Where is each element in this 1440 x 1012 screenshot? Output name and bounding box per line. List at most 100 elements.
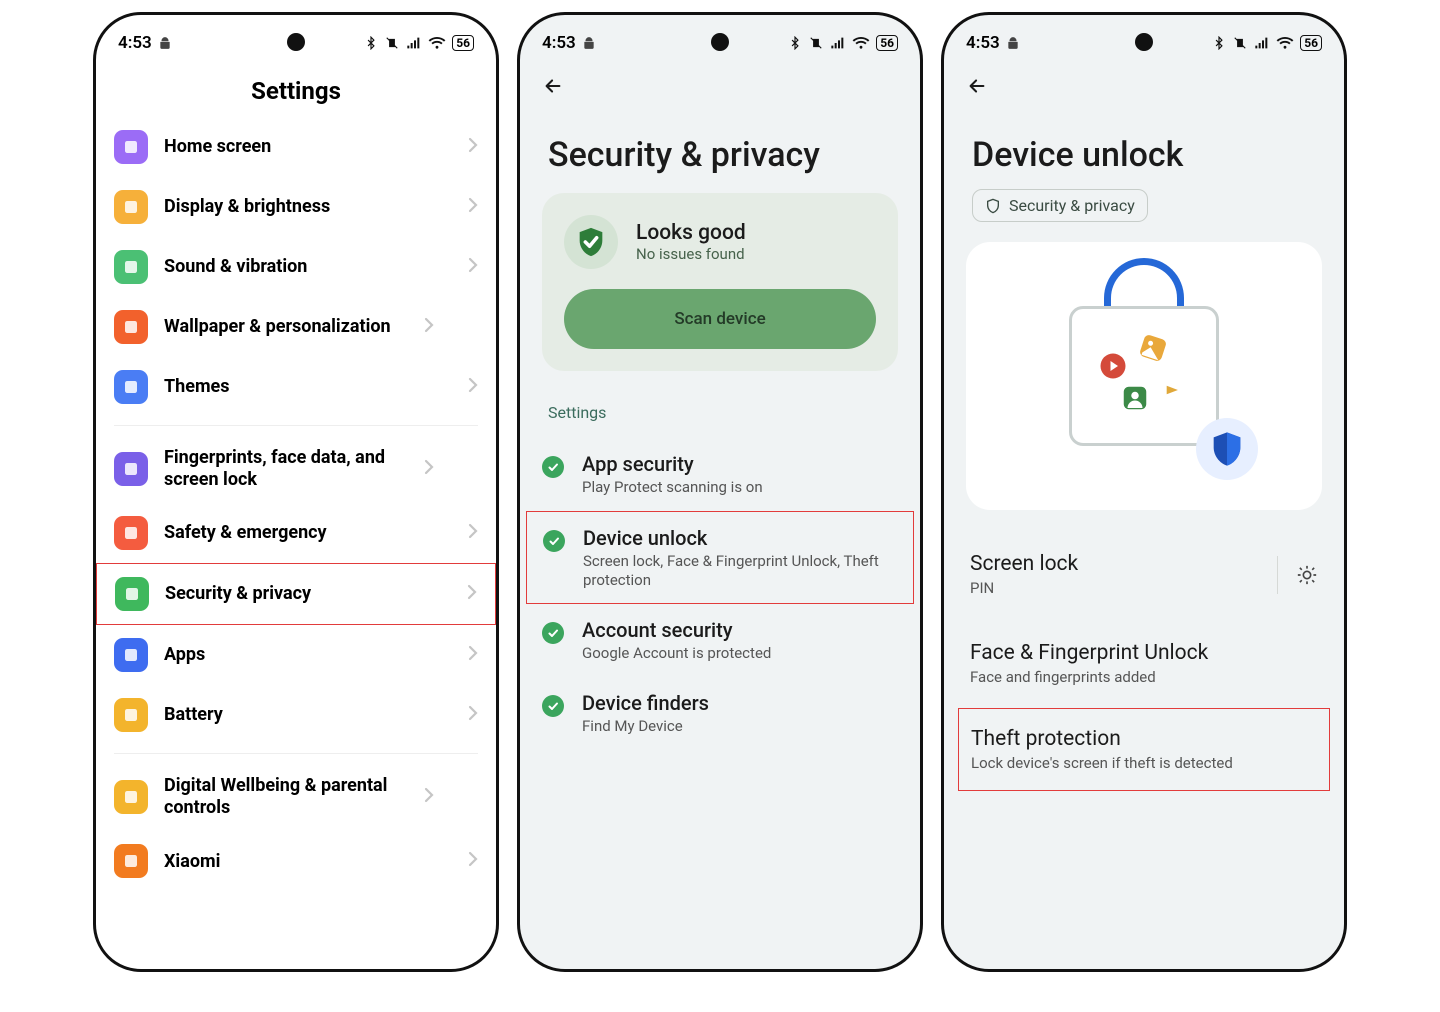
chevron-right-icon [424, 787, 434, 807]
chevron-right-icon [468, 851, 478, 871]
sticker-green [1120, 383, 1150, 413]
item-title: Device finders [582, 691, 709, 715]
settings-item-home-screen[interactable]: Home screen [96, 117, 496, 177]
battery-indicator: 56 [876, 35, 898, 51]
wellbeing-icon [114, 780, 148, 814]
unlock-option-theft-protection[interactable]: Theft protection Lock device's screen if … [958, 708, 1330, 791]
settings-item-xiaomi[interactable]: Xiaomi [96, 831, 496, 891]
status-card: Looks good No issues found Scan device [542, 193, 898, 371]
wifi-icon [852, 36, 870, 50]
safety-icon [114, 516, 148, 550]
item-subtitle: Google Account is protected [582, 644, 771, 663]
security-item-device-unlock[interactable]: Device unlockScreen lock, Face & Fingerp… [526, 511, 914, 605]
item-subtitle: Find My Device [582, 717, 709, 736]
themes-icon [114, 370, 148, 404]
settings-item-wellbeing[interactable]: Digital Wellbeing & parental controls [96, 762, 496, 831]
separator [114, 425, 478, 426]
shield-check-icon [564, 215, 618, 269]
security-item-device-finders[interactable]: Device finders Find My Device [520, 677, 920, 750]
sticker-triangle [1164, 383, 1182, 397]
separator [114, 753, 478, 754]
settings-item-wallpaper[interactable]: Wallpaper & personalization [96, 297, 496, 357]
chevron-right-icon [468, 377, 478, 397]
option-title: Screen lock [970, 552, 1078, 576]
scan-device-button[interactable]: Scan device [564, 289, 876, 349]
home-screen-icon [114, 130, 148, 164]
status-headline: Looks good [636, 221, 746, 245]
security-item-account-security[interactable]: Account security Google Account is protec… [520, 604, 920, 677]
settings-item-apps[interactable]: Apps [96, 625, 496, 685]
settings-item-safety[interactable]: Safety & emergency [96, 503, 496, 563]
option-subtitle: PIN [970, 579, 1078, 597]
android-icon [1006, 36, 1020, 50]
phone-1-settings: 4:53 56 Settings Home screenDisplay & br… [93, 12, 499, 972]
settings-item-battery[interactable]: Battery [96, 685, 496, 745]
unlock-option-screen-lock[interactable]: Screen lock PIN [944, 530, 1344, 619]
scan-device-label: Scan device [674, 309, 765, 329]
back-button[interactable] [520, 61, 920, 101]
status-ok-icon [542, 695, 564, 717]
item-title: Account security [582, 618, 771, 642]
camera-cutout [287, 33, 305, 51]
settings-item-themes[interactable]: Themes [96, 357, 496, 417]
settings-item-label: Digital Wellbeing & parental controls [164, 775, 424, 818]
page-title: Security & privacy [520, 101, 920, 193]
status-subtext: No issues found [636, 245, 746, 263]
bluetooth-icon [364, 36, 378, 50]
biometrics-icon [114, 452, 148, 486]
option-title: Theft protection [971, 727, 1317, 751]
settings-item-label: Home screen [164, 136, 468, 158]
back-button[interactable] [944, 61, 1344, 101]
settings-list[interactable]: Home screen Display & brightness Sound & v… [96, 117, 496, 891]
signal-icon [1254, 36, 1270, 50]
blue-shield-badge [1196, 418, 1258, 480]
status-time: 4:53 [118, 33, 152, 53]
signal-icon [406, 36, 422, 50]
settings-item-security[interactable]: Security & privacy [96, 563, 496, 625]
settings-item-label: Xiaomi [164, 851, 468, 873]
vibrate-icon [1232, 36, 1248, 50]
bluetooth-icon [788, 36, 802, 50]
arrow-left-icon [542, 75, 564, 97]
xiaomi-icon [114, 844, 148, 878]
settings-item-biometrics[interactable]: Fingerprints, face data, and screen lock [96, 434, 496, 503]
shield-outline-icon [985, 198, 1001, 214]
wifi-icon [1276, 36, 1294, 50]
settings-item-label: Apps [164, 644, 468, 666]
item-subtitle: Play Protect scanning is on [582, 478, 763, 497]
lock-body [1069, 306, 1219, 446]
screen-lock-settings-button[interactable] [1277, 556, 1318, 594]
battery-icon [114, 698, 148, 732]
camera-cutout [711, 33, 729, 51]
phone-2-security-privacy: 4:53 56 Security & privacy Looks good No… [517, 12, 923, 972]
page-title: Device unlock [944, 101, 1344, 189]
unlock-option-face-fingerprint[interactable]: Face & Fingerprint UnlockFace and finger… [944, 619, 1344, 708]
apps-icon [114, 638, 148, 672]
settings-item-label: Wallpaper & personalization [164, 316, 424, 338]
phone-3-device-unlock: 4:53 56 Device unlock Security & privacy [941, 12, 1347, 972]
breadcrumb-security-privacy[interactable]: Security & privacy [972, 189, 1148, 222]
chevron-right-icon [424, 317, 434, 337]
chevron-right-icon [467, 584, 477, 604]
settings-item-display[interactable]: Display & brightness [96, 177, 496, 237]
security-item-app-security[interactable]: App securityPlay Protect scanning is on [520, 438, 920, 511]
option-subtitle: Lock device's screen if theft is detecte… [971, 754, 1317, 772]
android-icon [158, 36, 172, 50]
security-settings-list: App securityPlay Protect scanning is onD… [520, 438, 920, 750]
settings-item-label: Sound & vibration [164, 256, 468, 278]
android-icon [582, 36, 596, 50]
chevron-right-icon [424, 459, 434, 479]
option-title: Face & Fingerprint Unlock [970, 641, 1208, 665]
settings-item-label: Themes [164, 376, 468, 398]
sound-icon [114, 250, 148, 284]
chevron-right-icon [468, 645, 478, 665]
wallpaper-icon [114, 310, 148, 344]
status-ok-icon [543, 530, 565, 552]
item-subtitle: Screen lock, Face & Fingerprint Unlock, … [583, 552, 897, 590]
settings-item-sound[interactable]: Sound & vibration [96, 237, 496, 297]
item-title: Device unlock [583, 526, 897, 550]
chevron-right-icon [468, 137, 478, 157]
settings-item-label: Battery [164, 704, 468, 726]
breadcrumb-label: Security & privacy [1009, 196, 1135, 215]
device-unlock-illustration [966, 242, 1322, 510]
